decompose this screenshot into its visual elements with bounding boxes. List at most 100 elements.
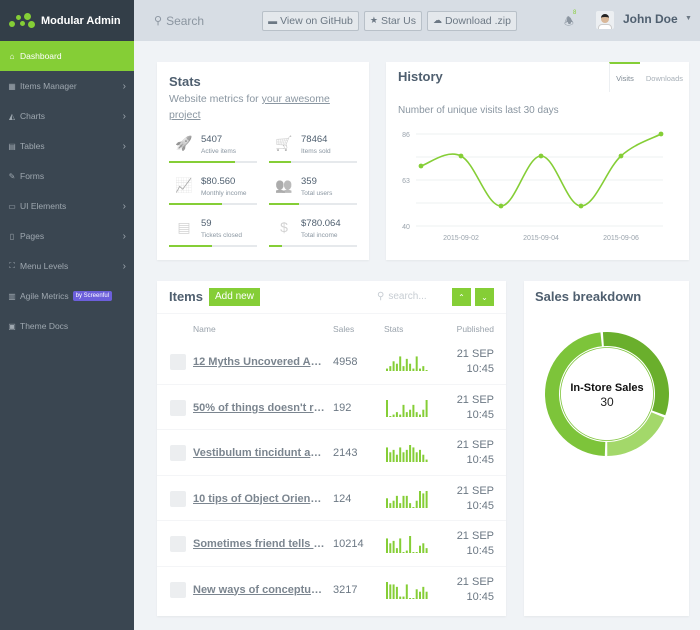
star-us-button[interactable]: ★ Star Us bbox=[363, 10, 422, 31]
history-tabs: Visits Downloads bbox=[609, 62, 689, 92]
sidebar-item-tables[interactable]: ▤ Tables › bbox=[0, 131, 134, 161]
stat-progress-fill bbox=[169, 203, 222, 205]
item-published: 21 SEP 10:45 bbox=[457, 347, 494, 377]
published-date: 21 SEP bbox=[456, 393, 494, 406]
user-name[interactable]: John Doe bbox=[623, 12, 678, 26]
sparkline-bar bbox=[422, 366, 425, 371]
row-checkbox[interactable] bbox=[170, 536, 186, 552]
data-point[interactable] bbox=[498, 203, 504, 209]
donut-segment-in-store-sales[interactable] bbox=[545, 332, 606, 456]
stat-item: 🚀 5407 Active items bbox=[169, 128, 257, 170]
stat-item: 🛒 78464 Items sold bbox=[269, 128, 357, 170]
chevron-right-icon: › bbox=[122, 80, 126, 92]
sparkline-bar bbox=[386, 447, 388, 462]
screenful-badge[interactable]: by Screenful bbox=[72, 291, 113, 301]
item-published: 21 SEP 10:45 bbox=[457, 393, 494, 423]
item-name-link[interactable]: Sometimes friend tells it's cold bbox=[193, 538, 325, 550]
row-checkbox[interactable] bbox=[170, 581, 186, 598]
sort-down-button[interactable]: ⌄ bbox=[475, 288, 494, 306]
data-point[interactable] bbox=[578, 203, 584, 209]
column-name[interactable]: Name bbox=[193, 324, 216, 334]
item-name-link[interactable]: New ways of conceptual thinking bbox=[193, 584, 325, 596]
sparkline-bar bbox=[395, 495, 398, 508]
header-buttons: ▬ View on GitHub ★ Star Us ☁ Download .zip bbox=[262, 10, 517, 31]
published-time: 10:45 bbox=[466, 454, 494, 466]
data-point[interactable] bbox=[658, 131, 664, 137]
sparkline-bar bbox=[422, 454, 425, 462]
sparkline-bar bbox=[402, 552, 405, 553]
notifications-button[interactable]: 🕭 8 bbox=[564, 10, 576, 32]
sidebar-item-menu-levels[interactable]: ⛶ Menu Levels › bbox=[0, 251, 134, 281]
published-date: 21 SEP bbox=[456, 439, 494, 451]
row-checkbox[interactable] bbox=[170, 399, 186, 416]
item-name-link[interactable]: 12 Myths Uncovered About IT & Software bbox=[193, 356, 325, 368]
item-name-link[interactable]: 10 tips of Object Oriented Design bbox=[193, 493, 325, 505]
chevron-right-icon: › bbox=[122, 200, 126, 212]
sparkline-bar-chart bbox=[386, 399, 428, 417]
sidebar-item-label: Menu Levels bbox=[20, 261, 69, 271]
sparkline-bar bbox=[399, 502, 402, 508]
tab-downloads[interactable]: Downloads bbox=[640, 62, 689, 92]
sidebar-item-charts[interactable]: ◭ Charts › bbox=[0, 101, 134, 131]
sparkline-bar bbox=[395, 586, 398, 599]
table-row: 50% of things doesn't really belongs to … bbox=[157, 385, 506, 430]
sort-up-button[interactable]: ⌃ bbox=[452, 288, 471, 306]
sparkline-bar bbox=[402, 452, 405, 462]
column-published[interactable]: Published bbox=[457, 324, 494, 334]
sparkline-bar bbox=[412, 368, 415, 371]
data-point[interactable] bbox=[538, 153, 544, 159]
sparkline-bar bbox=[419, 591, 421, 599]
sidebar-item-ui-elements[interactable]: ▭ UI Elements › bbox=[0, 191, 134, 221]
table-row: New ways of conceptual thinking 3217 21 SE… bbox=[157, 567, 506, 613]
sidebar-item-agile-metrics[interactable]: ▥ Agile Metrics by Screenful bbox=[0, 281, 134, 311]
donut-segment-download-sales[interactable] bbox=[607, 412, 665, 456]
sparkline-bar-chart bbox=[386, 536, 428, 553]
data-point[interactable] bbox=[618, 153, 624, 159]
sidebar-item-forms[interactable]: ✎ Forms bbox=[0, 161, 134, 191]
item-name-link[interactable]: Vestibulum tincidunt amet laoreet mauris… bbox=[193, 447, 325, 459]
published-time: 10:45 bbox=[466, 590, 494, 603]
sparkline-bar bbox=[422, 409, 425, 417]
file-icon: ▯ bbox=[9, 231, 15, 241]
sidebar-item-items-manager[interactable]: ▦ Items Manager › bbox=[0, 71, 134, 101]
item-sales: 192 bbox=[333, 401, 352, 414]
item-name-link[interactable]: 50% of things doesn't really belongs to … bbox=[193, 402, 325, 414]
item-sales: 2143 bbox=[333, 447, 358, 459]
home-icon: ⌂ bbox=[9, 51, 15, 61]
add-new-button[interactable]: Add new bbox=[209, 288, 260, 306]
items-search-input[interactable]: ⚲ search... bbox=[377, 291, 427, 302]
sparkline-bar bbox=[419, 490, 421, 508]
sparkline-bar bbox=[425, 591, 428, 599]
sidebar-item-theme-docs[interactable]: ▣ Theme Docs bbox=[0, 311, 134, 341]
caret-down-icon[interactable]: ▼ bbox=[685, 15, 692, 22]
data-point[interactable] bbox=[418, 163, 424, 169]
sidebar-item-dashboard[interactable]: ⌂ Dashboard bbox=[0, 41, 134, 71]
avatar[interactable] bbox=[596, 11, 614, 29]
x-tick-label: 2015-09-02 bbox=[443, 235, 479, 242]
shopping-cart-icon: 🛒 bbox=[275, 135, 293, 151]
sparkline-bar bbox=[425, 490, 428, 508]
y-tick-label: 86 bbox=[402, 132, 410, 139]
view-on-github-button[interactable]: ▬ View on GitHub bbox=[262, 10, 359, 31]
download-zip-button[interactable]: ☁ Download .zip bbox=[426, 10, 517, 31]
header-search[interactable]: ⚲ Search bbox=[154, 14, 204, 28]
grid-icon: ▦ bbox=[8, 81, 16, 91]
sparkline-bar bbox=[409, 409, 412, 417]
row-checkbox[interactable] bbox=[170, 490, 186, 507]
sitemap-icon: ⛶ bbox=[9, 261, 15, 270]
search-icon: ⚲ bbox=[377, 291, 385, 302]
data-point[interactable] bbox=[458, 153, 464, 159]
stat-label: Monthly income bbox=[201, 190, 247, 197]
visits-series-line bbox=[420, 133, 662, 207]
donut-center-label: In-Store Sales bbox=[570, 382, 643, 394]
sparkline-bar bbox=[409, 502, 412, 508]
row-checkbox[interactable] bbox=[170, 445, 186, 461]
items-search-placeholder: search... bbox=[388, 291, 427, 302]
sidebar-item-pages[interactable]: ▯ Pages › bbox=[0, 221, 134, 251]
history-card: History Visits Downloads Number of unique… bbox=[386, 62, 689, 260]
column-sales[interactable]: Sales bbox=[333, 324, 354, 334]
tab-visits[interactable]: Visits bbox=[609, 62, 640, 92]
table-row: 12 Myths Uncovered About IT & Software 49… bbox=[157, 339, 506, 385]
brand[interactable]: Modular Admin bbox=[0, 0, 134, 41]
row-checkbox[interactable] bbox=[170, 354, 186, 370]
